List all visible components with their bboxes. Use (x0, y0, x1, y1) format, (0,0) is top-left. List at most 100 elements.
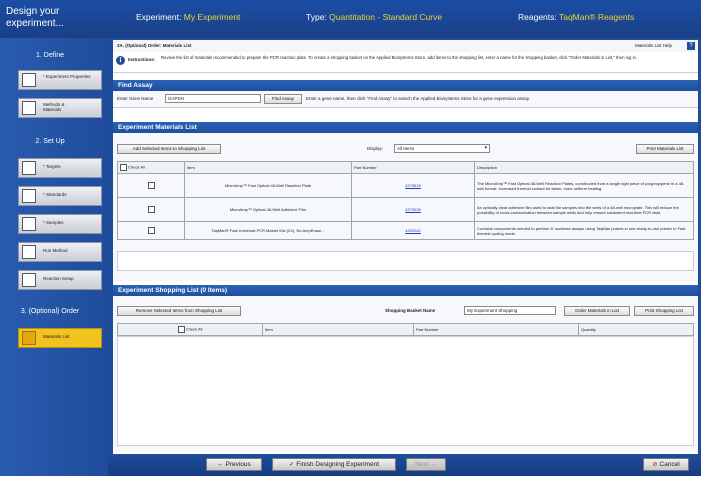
check-all-checkbox[interactable] (177, 326, 185, 333)
table-row: TaqMan® Fast Universal PCR Master Mix (2… (117, 221, 694, 240)
experiment-name: Experiment: My Experiment (136, 12, 240, 22)
main-panel: 3A. (Optional) Order: Materials List Mat… (113, 40, 698, 454)
cancel-label: Cancel (659, 461, 680, 468)
sidebar-title: Design your experiment... (6, 6, 64, 29)
sidebar-item-standards[interactable]: * Standards (18, 186, 102, 206)
sidebar-item-label: Materials List (43, 334, 70, 339)
row-checkbox-cell[interactable] (117, 173, 185, 198)
row-checkbox[interactable] (147, 206, 155, 213)
print-shopping-list-button[interactable]: Print Shopping List (634, 306, 694, 316)
arrow-left-icon: ← (217, 461, 224, 468)
experiment-value: My Experiment (183, 12, 241, 22)
display-select-value: All Items (397, 146, 415, 151)
finish-label: Finish Designing Experiment (296, 461, 379, 468)
find-assay-header: Find Assay (113, 80, 698, 91)
sidebar-item-label: Reaction Setup (43, 276, 74, 281)
sidebar-item-samples[interactable]: * Samples (18, 214, 102, 234)
info-icon: i (116, 56, 125, 65)
table-row: MicroAmp™ Fast Optical 48-Well Reaction … (117, 173, 694, 198)
previous-button[interactable]: ← Previous (206, 458, 262, 471)
row-checkbox[interactable] (147, 227, 155, 234)
sidebar-item-label: * Experiment Properties (43, 74, 91, 79)
sidebar-item-run-method[interactable]: Run Method (18, 242, 102, 262)
standards-icon (22, 189, 36, 203)
check-all-header[interactable]: Check All (117, 161, 185, 174)
section-define: 1. Define (35, 52, 65, 59)
section-setup: 2. Set Up (35, 138, 65, 145)
sidebar-item-label: Methods & Materials (43, 102, 65, 112)
description-cell: The MicroAmp™ Fast Optical 48-Well React… (474, 173, 694, 198)
print-materials-list-button[interactable]: Print Materials List (636, 144, 694, 154)
reagents-value: TaqMan® Reagents (558, 12, 635, 22)
shopping-list-header: Experiment Shopping List (0 Items) (113, 285, 698, 296)
experiment-type: Type: Quantitation - Standard Curve (306, 12, 442, 22)
table-row: MicroAmp™ Optical 48-Well Adhesive Film … (117, 197, 694, 222)
next-button[interactable]: Next → (406, 458, 446, 471)
materials-list-icon (22, 331, 36, 345)
add-to-shopping-list-button[interactable]: Add Selected Items to Shopping List (117, 144, 221, 154)
section-order: 3. (Optional) Order (20, 308, 80, 315)
sidebar-item-experiment-properties[interactable]: * Experiment Properties (18, 70, 102, 90)
column-header: Part Number (351, 161, 475, 174)
sidebar-item-reaction-setup[interactable]: Reaction Setup (18, 270, 102, 290)
basket-name-input[interactable]: My Experiment Shopping (464, 306, 556, 315)
shopping-section: Remove Selected Items from Shopping List… (113, 296, 698, 452)
materials-table: Check All Item Part Number Description M… (117, 161, 694, 240)
experiment-reagents: Reagents: TaqMan® Reagents (518, 12, 634, 22)
help-link[interactable]: Materials List Help (635, 43, 672, 48)
next-label: Next (415, 461, 429, 468)
cancel-button[interactable]: ⊘ Cancel (643, 458, 689, 471)
instructions-label: Instructions: (128, 57, 156, 62)
arrow-right-icon: → (430, 461, 437, 468)
sidebar-item-label: Run Method (43, 248, 68, 253)
footer-bar: ← Previous ✓ Finish Designing Experiment… (108, 454, 701, 476)
run-method-icon (22, 245, 36, 259)
part-number-link[interactable]: 4375816 (405, 183, 421, 188)
shopping-table-header: Check All Item Part Number Quantity (117, 323, 694, 336)
item-cell: MicroAmp™ Fast Optical 48-Well Reaction … (184, 173, 352, 198)
chevron-down-icon: ▾ (484, 145, 487, 151)
app-window: Design your experiment... Experiment: My… (0, 0, 701, 476)
order-materials-button[interactable]: Order Materials in List (564, 306, 630, 316)
row-checkbox-cell[interactable] (117, 221, 185, 240)
materials-list-header: Experiment Materials List (113, 122, 698, 133)
column-header: Part Number (413, 323, 579, 336)
targets-icon (22, 161, 36, 175)
reaction-setup-icon (22, 273, 36, 287)
description-cell: Contains components needed to perform 5'… (474, 221, 694, 240)
sidebar-item-targets[interactable]: * Targets (18, 158, 102, 178)
column-header: Item (184, 161, 352, 174)
samples-icon (22, 217, 36, 231)
finish-designing-button[interactable]: ✓ Finish Designing Experiment (272, 458, 396, 471)
column-header: Check All (185, 326, 203, 332)
instructions: i Instructions: Review the list of mater… (113, 52, 698, 73)
cancel-icon: ⊘ (652, 461, 658, 468)
type-value: Quantitation - Standard Curve (329, 12, 443, 22)
methods-materials-icon (22, 101, 36, 115)
top-bar: Design your experiment... Experiment: My… (0, 0, 701, 38)
help-icon[interactable]: ? (687, 42, 695, 50)
display-select[interactable]: All Items ▾ (394, 144, 490, 153)
item-cell: MicroAmp™ Optical 48-Well Adhesive Film (184, 197, 352, 222)
experiment-label: Experiment: (136, 12, 182, 22)
materials-table-empty-area (117, 251, 694, 271)
shopping-table-empty-area (117, 336, 694, 446)
item-cell: TaqMan® Fast Universal PCR Master Mix (2… (184, 221, 352, 240)
remove-from-shopping-list-button[interactable]: Remove Selected Items from Shopping List (117, 306, 241, 316)
check-all-header[interactable]: Check All (117, 323, 263, 336)
gene-name-input[interactable]: GAPDH (165, 94, 261, 103)
column-header: Description (474, 161, 694, 174)
display-label: Display: (367, 146, 384, 151)
basket-name-label: Shopping Basket Name (385, 308, 436, 313)
check-all-checkbox[interactable] (120, 164, 127, 171)
materials-table-header: Check All Item Part Number Description (117, 161, 694, 174)
row-checkbox[interactable] (147, 182, 155, 189)
part-number-link[interactable]: 4375928 (405, 207, 421, 212)
row-checkbox-cell[interactable] (117, 197, 185, 222)
bottom-strip (0, 476, 701, 483)
part-number-link[interactable]: 4352042 (405, 228, 421, 233)
column-header: Quantity (578, 323, 694, 336)
sidebar-item-materials-list[interactable]: Materials List (18, 328, 102, 348)
find-assay-button[interactable]: Find Assay (264, 94, 302, 104)
sidebar-item-methods-materials[interactable]: Methods & Materials (18, 98, 102, 118)
